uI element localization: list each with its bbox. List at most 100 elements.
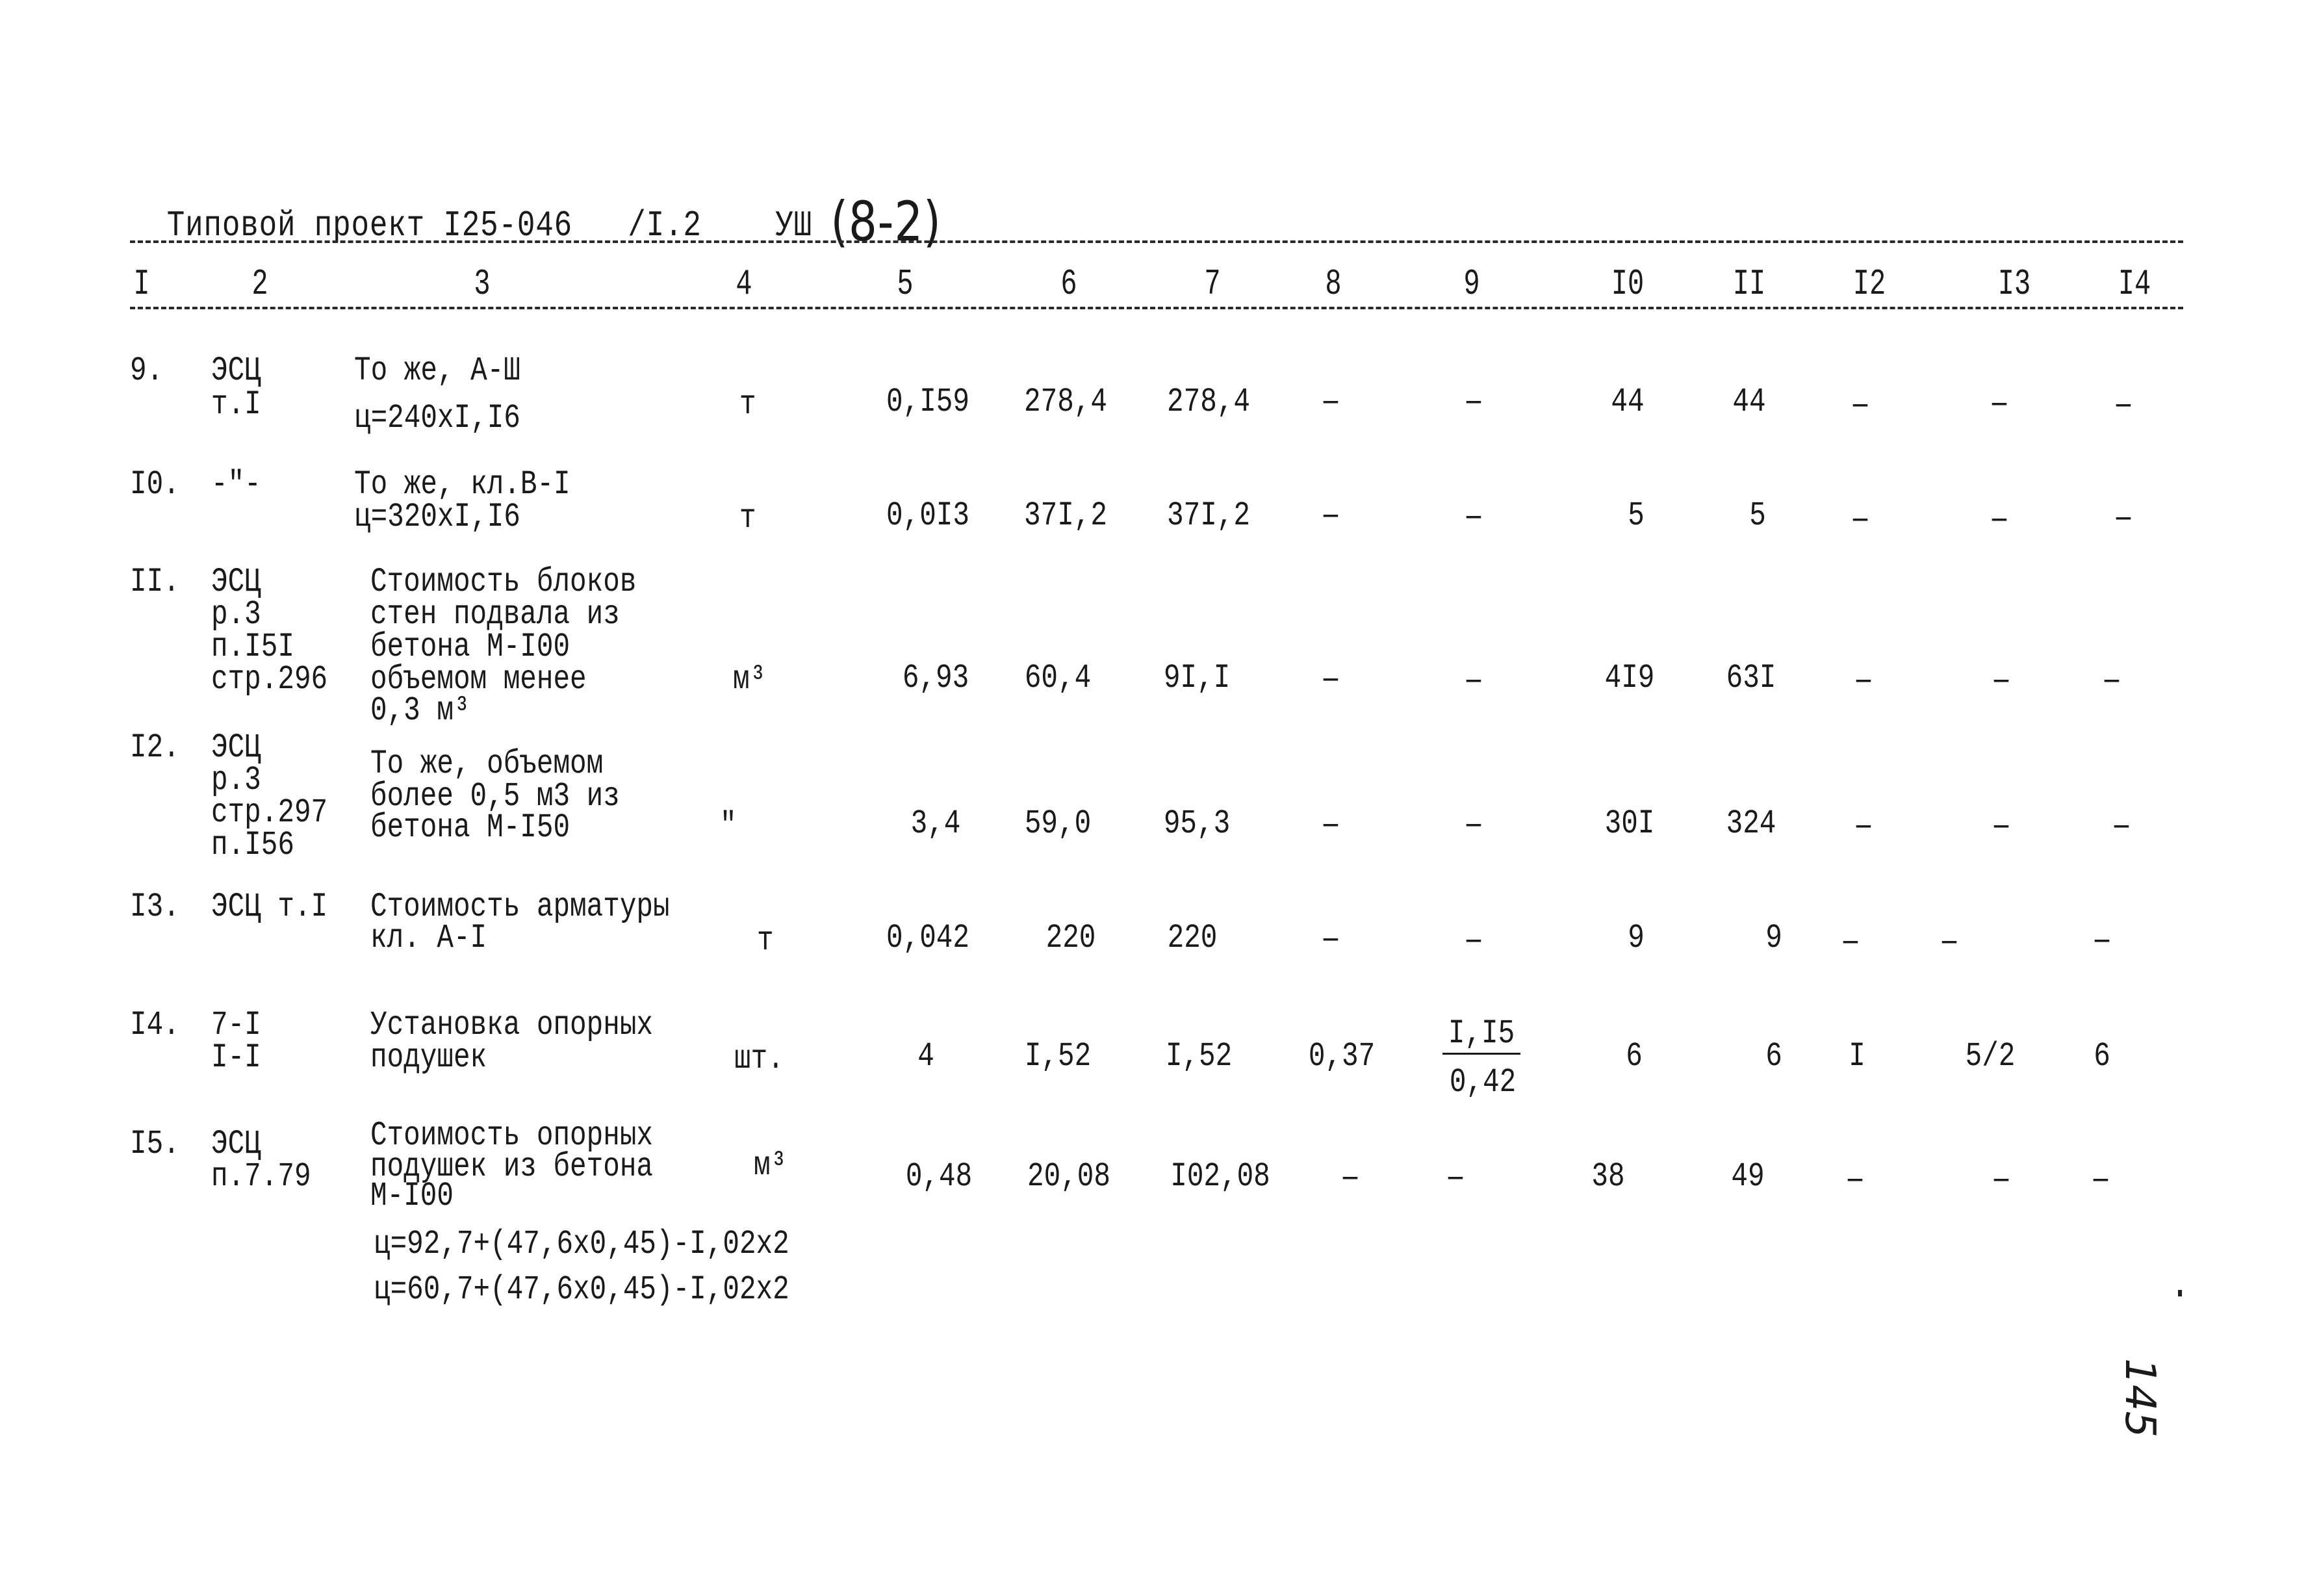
row-col9-denominator: 0,42: [1449, 1063, 1517, 1101]
row-col6: 220: [1045, 919, 1096, 957]
column-number: 6: [1060, 263, 1077, 305]
row-reference: п.7.79: [211, 1157, 311, 1196]
row-unit: шт.: [734, 1040, 784, 1078]
row-col9: –: [1463, 498, 1484, 536]
row-number: ІІ.: [130, 563, 180, 601]
row-reference: ЭСЦ: [211, 1125, 261, 1163]
row-description: бетона М-І50: [370, 808, 570, 847]
row-col13: –: [1989, 500, 2010, 539]
row-col9-numerator: І,І5: [1448, 1014, 1515, 1053]
row-unit: т: [757, 921, 774, 960]
column-number: 5: [897, 263, 914, 305]
column-number: ІІ: [1732, 263, 1766, 305]
row-col10: 38: [1591, 1157, 1625, 1196]
column-number: 9: [1463, 263, 1480, 305]
row-col14: –: [2113, 499, 2134, 537]
column-number: 3: [474, 263, 491, 305]
column-number-divider: [130, 307, 2183, 309]
row-col13: –: [1989, 385, 2010, 423]
row-col7: 9І,І: [1163, 659, 1231, 697]
document-header: Типовой проект І25-046 /І.2 УШ (8-2): [130, 143, 942, 253]
row-reference: р.3: [211, 761, 261, 799]
row-unit: т: [739, 499, 756, 537]
row-col8: –: [1340, 1159, 1361, 1197]
row-col11: 5: [1749, 496, 1766, 535]
row-description: Стоимость блоков: [370, 563, 637, 601]
row-description: Установка опорных: [370, 1006, 654, 1044]
row-reference: т.І: [211, 385, 261, 424]
row-col12: І: [1849, 1037, 1865, 1075]
row-number: І5.: [130, 1125, 180, 1163]
row-col8: –: [1320, 383, 1341, 421]
row-col14: –: [2090, 1161, 2111, 1199]
row-col9: –: [1445, 1159, 1466, 1197]
column-number: 4: [736, 263, 752, 305]
row-col6: 60,4: [1024, 659, 1092, 697]
row-col14: –: [2111, 807, 2132, 845]
row-col10: 9: [1628, 919, 1645, 957]
row-col7: І02,08: [1170, 1157, 1270, 1196]
row-col11: 9: [1765, 919, 1782, 957]
row-col5: 4: [917, 1037, 934, 1075]
row-description: стен подвала из: [370, 595, 620, 634]
row-reference: п.І5І: [211, 628, 294, 666]
sheet-mark: (8-2): [830, 190, 942, 253]
row-reference: р.3: [211, 595, 261, 634]
column-number: І3: [1997, 263, 2031, 305]
row-col10: 6: [1626, 1037, 1643, 1075]
row-col12: –: [1840, 923, 1861, 961]
row-col11: 324: [1726, 804, 1776, 843]
row-col11: 49: [1731, 1157, 1765, 1196]
column-number: І2: [1852, 263, 1886, 305]
row-col12: –: [1845, 1161, 1865, 1199]
row-unit: т: [739, 385, 756, 424]
row-col7: 220: [1167, 919, 1218, 957]
row-description: подушек: [370, 1038, 487, 1077]
row-col14: –: [2101, 662, 2122, 700]
row-col14: 6: [2094, 1037, 2110, 1075]
row-reference: ЭСЦ: [211, 352, 261, 390]
row-col9: –: [1463, 921, 1484, 960]
row-col5: 0,48: [905, 1157, 973, 1196]
margin-mark: [2178, 1290, 2182, 1296]
column-number: 7: [1204, 263, 1221, 305]
row-col8: –: [1320, 496, 1341, 535]
page-number: 145: [2116, 1358, 2164, 1438]
row-col9: –: [1463, 662, 1484, 700]
header-divider: [130, 240, 2183, 243]
row-description: ц=320хІ,І6: [354, 498, 520, 536]
row-col5: 0,0І3: [886, 496, 969, 535]
row-description: То же, объемом: [370, 745, 604, 783]
row-col9: –: [1463, 383, 1484, 421]
row-reference: стр.296: [211, 660, 328, 699]
row-col14: –: [2092, 921, 2112, 960]
row-col12: –: [1853, 662, 1874, 700]
row-col8: –: [1320, 806, 1341, 844]
row-description: кл. А-І: [370, 919, 487, 957]
row-col12: –: [1850, 500, 1871, 539]
column-number: 8: [1325, 263, 1342, 305]
row-col14: –: [2113, 386, 2134, 424]
row-description: То же, А-Ш: [354, 352, 520, 390]
row-number: 9.: [130, 352, 164, 390]
row-col6: І,52: [1024, 1037, 1092, 1075]
row-col6: 59,0: [1024, 804, 1092, 843]
row-col10: 4І9: [1604, 659, 1655, 697]
row-description: 0,3 м³: [370, 691, 470, 730]
row-description: То же, кл.В-І: [354, 465, 570, 504]
row-number: І2.: [130, 728, 180, 767]
price-formula: ц=60,7+(47,6х0,45)-І,02х2: [374, 1270, 789, 1309]
row-col10: 30І: [1604, 804, 1655, 843]
column-number: 2: [251, 263, 268, 305]
row-col12: –: [1853, 807, 1874, 845]
row-col8: –: [1320, 660, 1341, 699]
fraction-bar: [1442, 1053, 1520, 1055]
row-col13: –: [1991, 807, 2012, 845]
column-number-row: І 2 3 4 5 6 7 8 9 І0 ІІ І2 І3 І4: [0, 263, 2319, 309]
row-col8: 0,37: [1308, 1037, 1376, 1075]
row-col12: –: [1850, 386, 1871, 424]
row-reference: 7-І: [211, 1006, 261, 1044]
row-col10: 5: [1628, 496, 1645, 535]
row-col5: 3,4: [910, 804, 961, 843]
row-col6: 37І,2: [1024, 496, 1107, 535]
